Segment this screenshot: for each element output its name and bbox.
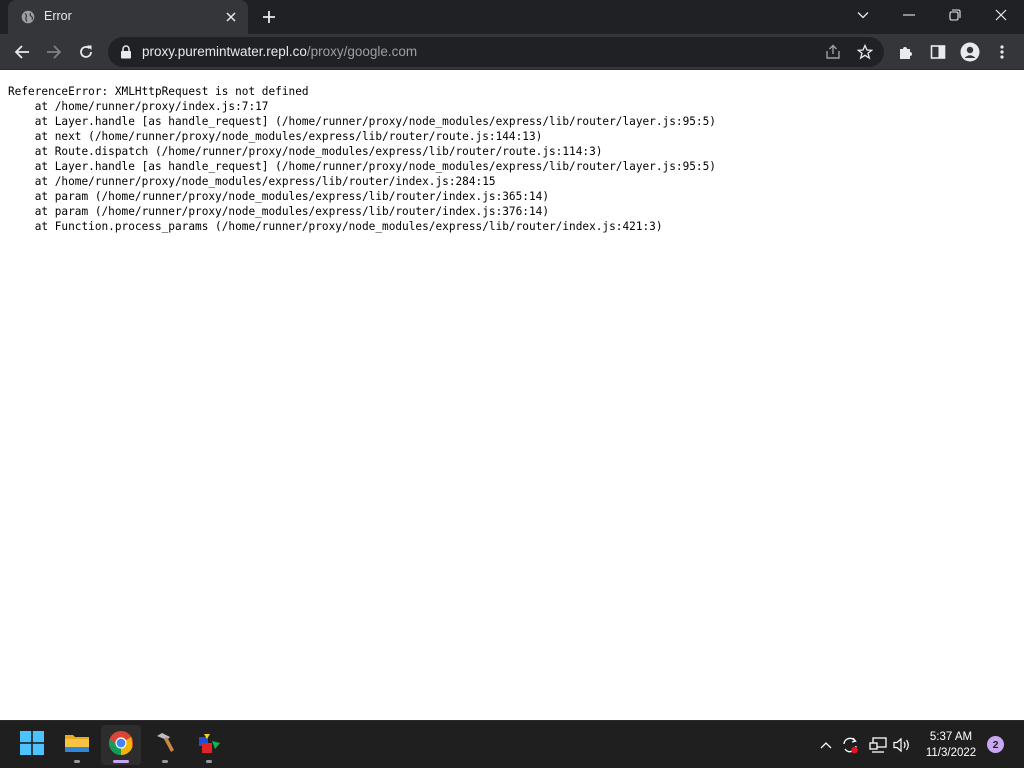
restore-icon[interactable] bbox=[932, 0, 978, 30]
running-indicator bbox=[113, 760, 129, 763]
network-icon[interactable] bbox=[868, 735, 888, 755]
running-indicator bbox=[162, 760, 168, 763]
volume-icon[interactable] bbox=[892, 735, 912, 755]
globe-icon bbox=[21, 10, 35, 24]
back-arrow-icon[interactable] bbox=[9, 39, 35, 65]
lock-icon[interactable] bbox=[120, 45, 132, 59]
start-icon bbox=[20, 730, 44, 760]
profile-avatar-icon[interactable] bbox=[957, 39, 983, 65]
show-hidden-icons-chevron-icon[interactable] bbox=[816, 735, 836, 755]
running-indicator bbox=[206, 760, 212, 763]
url-path: /proxy/google.com bbox=[306, 44, 418, 59]
clock-date: 11/3/2022 bbox=[925, 747, 977, 759]
tab-search-chevron-icon[interactable] bbox=[840, 0, 886, 30]
extensions-icon[interactable] bbox=[893, 39, 919, 65]
address-bar[interactable]: proxy.puremintwater.repl.co/proxy/google… bbox=[108, 37, 884, 67]
taskbar-tool-app[interactable] bbox=[145, 725, 185, 765]
forward-arrow-icon[interactable] bbox=[41, 39, 67, 65]
share-icon[interactable] bbox=[824, 43, 842, 61]
taskbar-clock[interactable]: 5:37 AM 11/3/2022 bbox=[918, 729, 984, 761]
page-content: ReferenceError: XMLHttpRequest is not de… bbox=[0, 70, 1024, 720]
notification-badge[interactable]: 2 bbox=[987, 736, 1004, 753]
minimize-icon[interactable] bbox=[886, 0, 932, 30]
close-window-icon[interactable] bbox=[978, 0, 1024, 30]
chrome-icon bbox=[108, 730, 134, 761]
taskbar-chrome[interactable] bbox=[101, 725, 141, 765]
paint-icon bbox=[196, 731, 222, 760]
file-explorer-icon bbox=[64, 732, 90, 759]
tab-close-icon[interactable] bbox=[222, 8, 240, 26]
taskbar: 5:37 AM 11/3/2022 bbox=[0, 720, 1024, 768]
address-url: proxy.puremintwater.repl.co/proxy/google… bbox=[142, 44, 417, 59]
bookmark-star-icon[interactable] bbox=[856, 43, 874, 61]
side-panel-icon[interactable] bbox=[925, 39, 951, 65]
error-stack-trace: ReferenceError: XMLHttpRequest is not de… bbox=[8, 85, 716, 233]
tab-title: Error bbox=[44, 9, 72, 23]
tab-strip: Error bbox=[0, 0, 1024, 34]
tool-icon bbox=[153, 731, 177, 760]
taskbar-file-explorer[interactable] bbox=[57, 725, 97, 765]
start-button[interactable] bbox=[12, 725, 52, 765]
browser-tab[interactable]: Error bbox=[8, 0, 248, 34]
running-indicator bbox=[74, 760, 80, 763]
new-tab-icon[interactable] bbox=[259, 7, 279, 27]
sync-icon[interactable] bbox=[840, 735, 860, 755]
clock-time: 5:37 AM bbox=[929, 731, 973, 743]
taskbar-paint-app[interactable] bbox=[189, 725, 229, 765]
browser-toolbar: proxy.puremintwater.repl.co/proxy/google… bbox=[0, 34, 1024, 70]
menu-dots-icon[interactable] bbox=[989, 39, 1015, 65]
url-host: proxy.puremintwater.repl.co bbox=[142, 44, 307, 59]
reload-icon[interactable] bbox=[73, 39, 99, 65]
